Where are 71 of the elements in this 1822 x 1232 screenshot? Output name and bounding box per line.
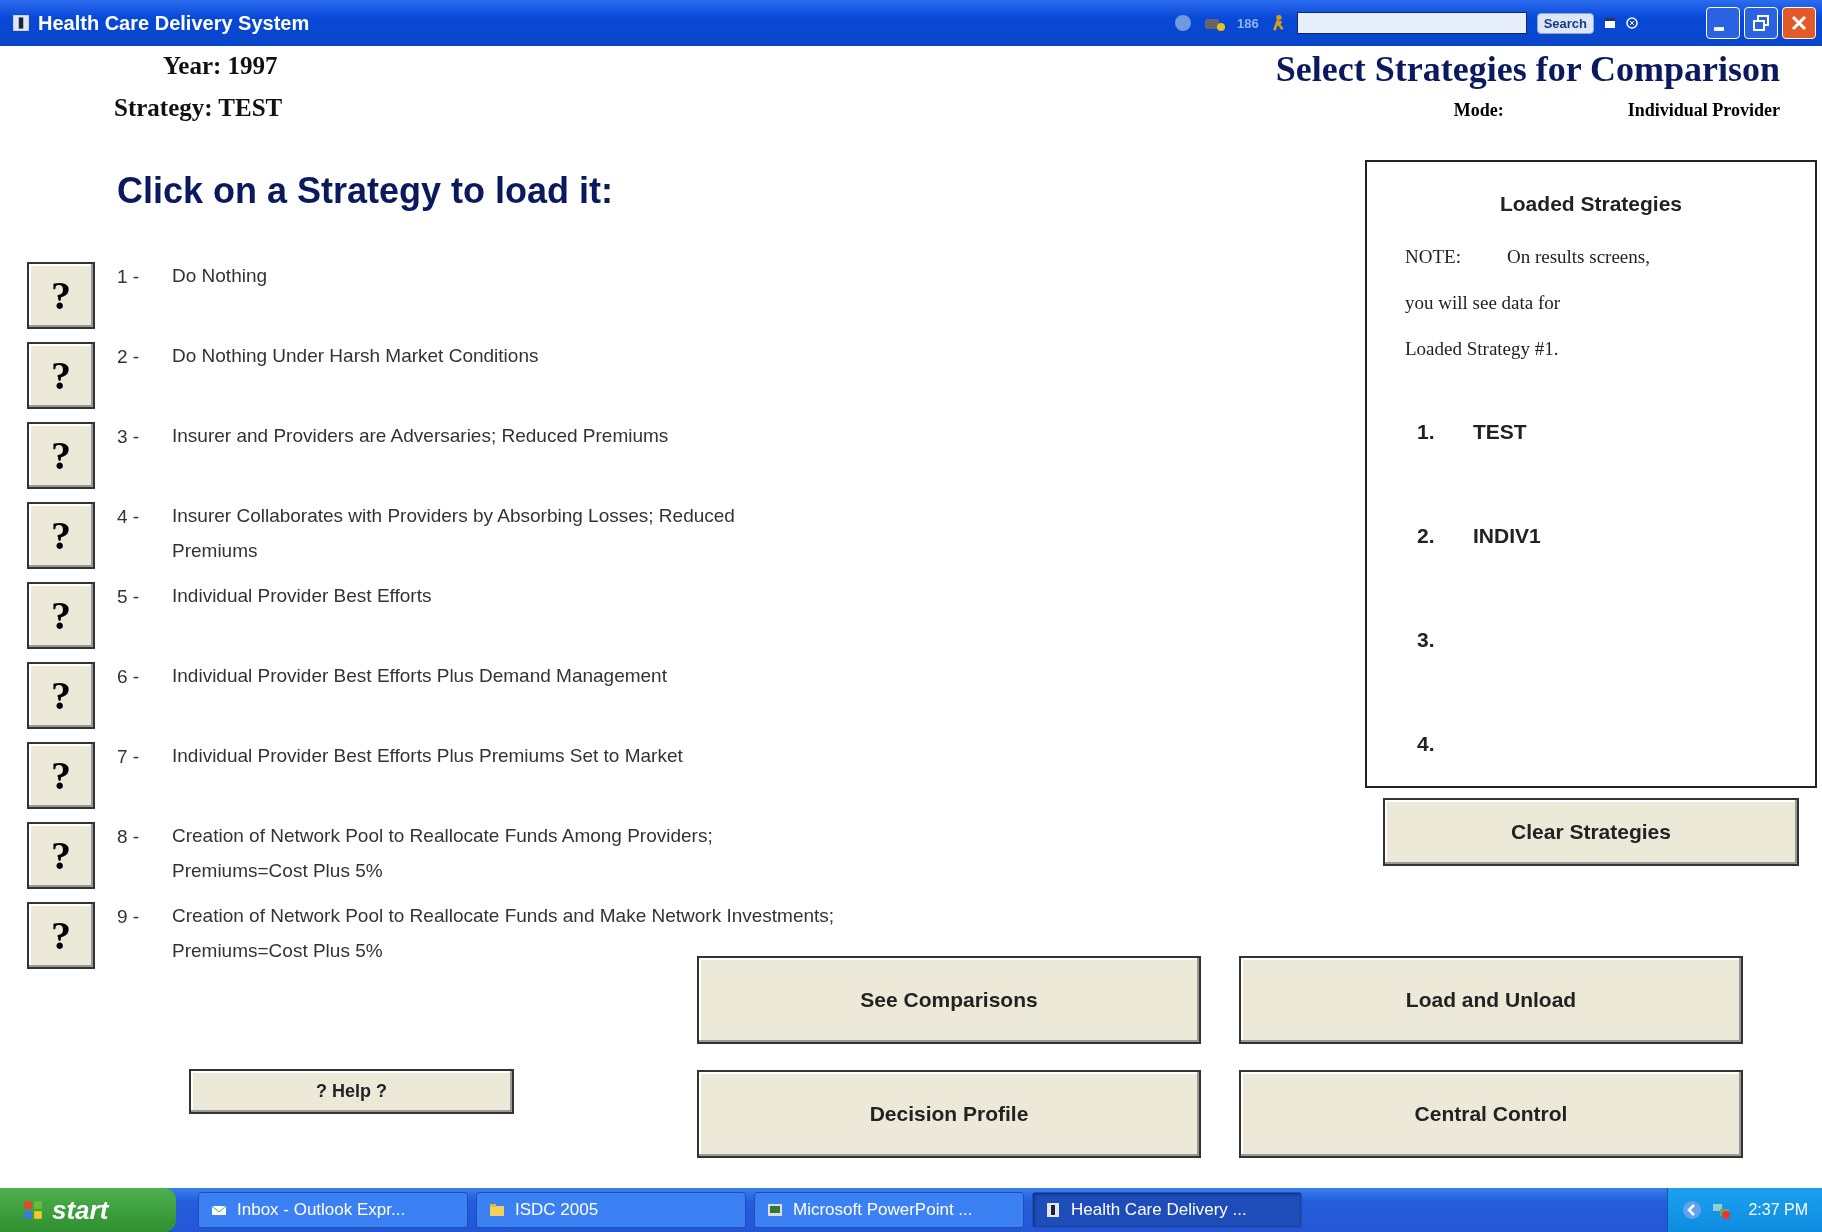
slot-number: 4. (1417, 732, 1436, 757)
mode-value: Individual Provider (1627, 100, 1780, 121)
action-button[interactable]: Load and Unload (1239, 956, 1743, 1044)
note-text: you will see data for (1405, 292, 1561, 314)
strategy-label: Strategy: TEST (114, 94, 283, 122)
strategy-number: 9 - (117, 906, 141, 928)
action-button[interactable]: See Comparisons (697, 956, 1201, 1044)
strategy-link[interactable]: Creation of Network Pool to Reallocate Funds Among Providers; Premiums=Cost Plus 5% (172, 818, 812, 888)
strategy-number: 8 - (117, 826, 141, 848)
action-button[interactable]: Decision Profile (697, 1070, 1201, 1158)
help-button[interactable]: ? (27, 502, 95, 569)
taskbar-button[interactable]: ISDC 2005 (476, 1192, 746, 1228)
year-label: Year: 1997 (163, 52, 279, 80)
strategy-link[interactable]: Insurer Collaborates with Providers by Absorbing Losses; Reduced Premiums (172, 498, 752, 568)
restore-icon (1751, 13, 1771, 33)
taskbar-button[interactable]: Microsoft PowerPoint ... (754, 1192, 1024, 1228)
window-icon[interactable] (1604, 17, 1616, 29)
strategy-link[interactable]: Insurer and Providers are Adversaries; Reduced Premiums (172, 418, 669, 453)
disc-icon[interactable] (1172, 13, 1193, 33)
minimize-button[interactable] (1706, 7, 1740, 39)
panel-title: Loaded Strategies (1498, 192, 1684, 216)
taskbar-button[interactable]: Inbox - Outlook Expr... (198, 1192, 468, 1228)
clock: 2:37 PM (1748, 1201, 1808, 1219)
strategy-link[interactable]: Individual Provider Best Efforts Plus Demand Management (172, 658, 667, 693)
restore-button[interactable] (1744, 7, 1778, 39)
window-title: Health Care Delivery System (38, 11, 311, 35)
help-button[interactable]: ? (27, 582, 95, 649)
close-icon (1789, 13, 1809, 33)
help-button[interactable]: ? (27, 662, 95, 729)
taskbar-button[interactable]: Health Care Delivery ... (1032, 1192, 1302, 1228)
slot-strategy-name: INDIV1 (1473, 524, 1541, 549)
strategy-number: 3 - (117, 426, 141, 448)
strategy-number: 5 - (117, 586, 141, 608)
search-field[interactable] (1296, 12, 1527, 34)
strategy-number: 6 - (117, 666, 141, 688)
help-button[interactable]: ? (27, 342, 95, 409)
help-button[interactable]: ? (27, 822, 95, 889)
help-button[interactable]: ? (27, 742, 95, 809)
page-title: Select Strategies for Comparison (1275, 48, 1780, 90)
strategy-link[interactable]: Individual Provider Best Efforts Plus Premiums Set to Market (172, 738, 683, 773)
windows-flag-icon (22, 1199, 44, 1221)
strategy-number: 1 - (117, 266, 141, 288)
strategy-link[interactable]: Do Nothing Under Harsh Market Conditions (172, 338, 539, 373)
strategy-number: 4 - (117, 506, 141, 528)
note-text: Loaded Strategy #1. (1405, 338, 1559, 360)
help-button[interactable]: ? (27, 262, 95, 329)
folder-icon (489, 1202, 505, 1218)
strategy-number: 2 - (117, 346, 141, 368)
clear-strategies-button[interactable]: Clear Strategies (1383, 798, 1799, 866)
slot-strategy-name: TEST (1473, 420, 1527, 445)
strategy-number: 7 - (117, 746, 141, 768)
help-button[interactable]: ? (27, 902, 95, 969)
minimize-icon (1714, 27, 1724, 31)
close-icon[interactable] (1626, 17, 1638, 29)
help-button[interactable]: ? (27, 422, 95, 489)
counter-label: 186 (1236, 15, 1259, 31)
slide-icon (767, 1202, 783, 1218)
slot-number: 3. (1417, 628, 1436, 653)
slot-number: 1. (1417, 420, 1436, 445)
strategy-link[interactable]: Do Nothing (172, 258, 268, 293)
note-text: On results screens, (1506, 246, 1650, 268)
close-button[interactable] (1782, 7, 1816, 39)
slot-number: 2. (1417, 524, 1436, 549)
search-button[interactable]: Search (1536, 12, 1594, 34)
chevron-icon[interactable] (1682, 1200, 1703, 1220)
help-button[interactable]: ? Help ? (189, 1069, 514, 1114)
instruction-heading: Click on a Strategy to load it: (117, 170, 615, 212)
mode-label: Mode: (1453, 100, 1504, 121)
strategy-link[interactable]: Individual Provider Best Efforts (172, 578, 432, 613)
note-label: NOTE: (1405, 246, 1461, 268)
action-button[interactable]: Central Control (1239, 1070, 1743, 1158)
